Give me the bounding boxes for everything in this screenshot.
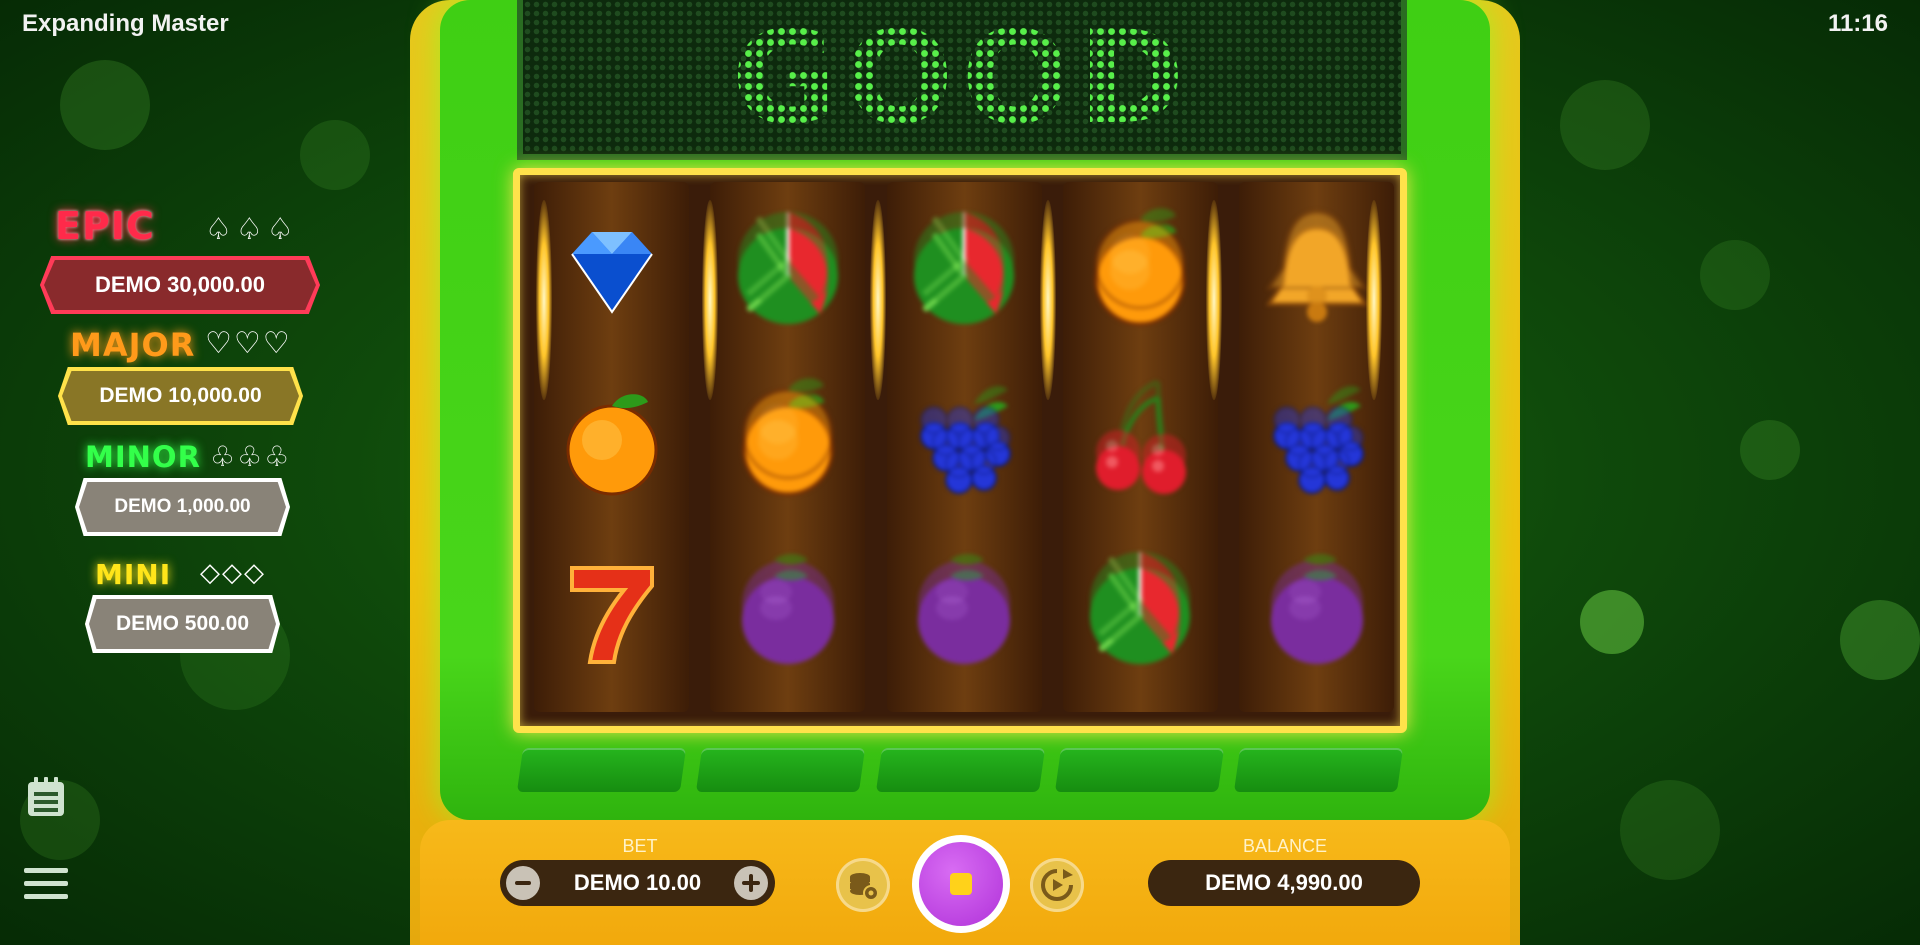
jackpot-minor-title: MINOR <box>85 440 201 474</box>
bokeh <box>1840 600 1920 680</box>
jackpot-mini-amount: DEMO 500.00 <box>115 612 250 635</box>
bokeh <box>300 120 370 190</box>
reel-indicator <box>1233 748 1404 792</box>
reel-cell <box>887 360 1042 528</box>
watermelon-symbol <box>1080 552 1200 674</box>
plus-icon <box>742 874 760 892</box>
spade-icons: ♤♤♤ <box>205 212 298 247</box>
reel-cell <box>710 360 865 528</box>
bokeh <box>1740 420 1800 480</box>
jackpot-minor-amount-box: DEMO 1,000.00 <box>75 478 290 536</box>
reel-cell <box>1063 190 1218 358</box>
coins-settings-icon <box>850 873 879 901</box>
reel-separator <box>1366 200 1382 400</box>
reel-indicator <box>516 748 687 792</box>
bokeh <box>60 60 150 150</box>
reel-cell <box>1063 360 1218 528</box>
cherries-symbol <box>1080 379 1200 504</box>
balance-label: BALANCE <box>1242 836 1328 856</box>
reel-1 <box>534 182 689 712</box>
plum-symbol <box>1257 554 1377 674</box>
reel-3 <box>886 182 1042 712</box>
reel-separator <box>1206 200 1222 400</box>
orange-symbol <box>552 384 672 504</box>
app-title: Expanding Master <box>22 10 229 37</box>
watermelon-symbol <box>904 212 1024 334</box>
heart-icons: ♡♡♡ <box>205 326 292 361</box>
jackpot-epic-title: EPIC <box>55 204 155 248</box>
bet-plus-button[interactable] <box>734 866 768 900</box>
balance-display: DEMO 4,990.00 <box>1148 860 1420 906</box>
menu-icon[interactable] <box>24 866 68 902</box>
diamond-suit-icons: ◇◇◇ <box>200 558 266 588</box>
jackpot-mini-title: MINI <box>95 558 172 591</box>
orange-symbol <box>728 378 848 504</box>
diamond-symbol <box>552 214 672 334</box>
stop-icon <box>950 873 972 895</box>
reel-separator <box>536 200 552 400</box>
reel-cell <box>710 190 865 358</box>
jackpot-epic-amount-box: DEMO 30,000.00 <box>40 256 320 314</box>
bokeh <box>1700 240 1770 310</box>
reel-cell <box>887 190 1042 358</box>
seven-symbol <box>552 554 672 674</box>
balance-value: DEMO 4,990.00 <box>1205 870 1363 895</box>
jackpot-epic-amount: DEMO 30,000.00 <box>95 272 265 297</box>
jackpot-mini-amount-box: DEMO 500.00 <box>85 595 280 653</box>
plum-symbol <box>904 554 1024 674</box>
reel-cell <box>710 530 865 698</box>
bet-value: DEMO 10.00 <box>573 870 702 895</box>
reel-cell <box>887 530 1042 698</box>
bokeh <box>1560 80 1650 170</box>
jackpot-major-title: MAJOR <box>70 326 196 364</box>
autoplay-button[interactable] <box>1030 858 1084 912</box>
plum-symbol <box>728 554 848 674</box>
jackpot-major-amount: DEMO 10,000.00 <box>99 384 262 407</box>
marquee-display: GOOD LUCK <box>517 0 1407 302</box>
reels-area <box>534 182 1394 712</box>
bokeh <box>1620 780 1720 880</box>
reel-indicator-bar <box>515 748 1405 798</box>
spin-stop-button[interactable] <box>912 835 1010 933</box>
reel-indicator <box>875 748 1045 792</box>
reel-indicator <box>1054 748 1224 792</box>
reel-separator <box>702 200 718 400</box>
bokeh <box>1580 590 1644 654</box>
grapes-symbol <box>1257 384 1377 504</box>
orange-symbol <box>1080 208 1200 334</box>
status-clock: 11:16 <box>1827 10 1888 37</box>
jackpot-major-amount-box: DEMO 10,000.00 <box>58 367 303 425</box>
bet-minus-button[interactable] <box>506 866 540 900</box>
reel-4 <box>1062 182 1218 712</box>
reel-cell <box>534 530 689 698</box>
reel-cell <box>1239 530 1394 698</box>
grapes-symbol <box>904 384 1024 504</box>
paytable-icon[interactable] <box>26 776 66 818</box>
reel-cell <box>1063 530 1218 698</box>
minus-icon <box>515 881 531 885</box>
reel-separator <box>870 200 886 400</box>
autoplay-icon <box>1041 869 1073 901</box>
reel-separator <box>1040 200 1056 400</box>
watermelon-symbol <box>728 212 848 334</box>
club-icons: ♧♧♧ <box>210 440 292 473</box>
spin-button-inner <box>919 842 1003 926</box>
jackpot-minor-amount: DEMO 1,000.00 <box>114 496 251 517</box>
reel-indicator <box>696 748 866 792</box>
bell-symbol <box>1257 210 1377 334</box>
coins-settings-button[interactable] <box>836 858 890 912</box>
reel-2 <box>710 182 866 712</box>
reel-cell <box>534 360 689 528</box>
reel-cell <box>534 190 689 358</box>
bet-label: BET <box>622 836 658 856</box>
